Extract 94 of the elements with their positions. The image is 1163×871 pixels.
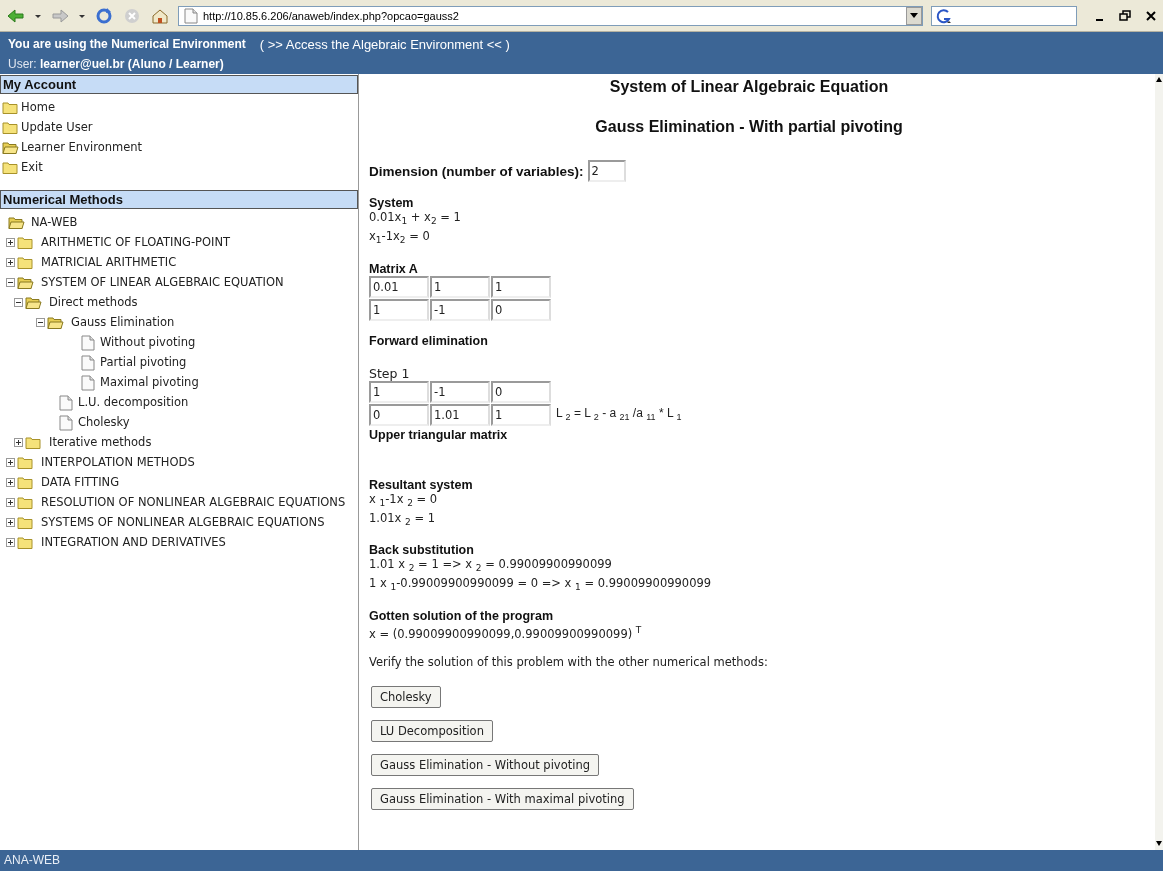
tree-item[interactable]: Cholesky: [36, 412, 358, 432]
tree-item[interactable]: MATRICIAL ARITHMETIC: [6, 252, 348, 272]
matrix-cell-field[interactable]: 1: [491, 275, 551, 298]
tree-item[interactable]: Without pivoting: [58, 332, 358, 352]
tree-item[interactable]: SYSTEM OF LINEAR ALGEBRAIC EQUATION: [6, 272, 348, 292]
matrix-cell-field[interactable]: 1: [369, 380, 429, 403]
page-icon: [58, 415, 74, 431]
section-heading: Resultant system: [369, 477, 474, 492]
tree-item[interactable]: Direct methods: [14, 292, 358, 312]
collapse-icon[interactable]: [36, 318, 45, 327]
search-field[interactable]: [930, 5, 1077, 26]
expand-icon[interactable]: [6, 458, 15, 467]
open-folder-icon: [8, 214, 25, 230]
matrix-cell-field[interactable]: 0: [369, 403, 429, 426]
page-icon: [58, 395, 74, 411]
search-engine-icon: [934, 7, 953, 24]
tree-item[interactable]: RESOLUTION OF NONLINEAR ALGEBRAIC EQUATIONS: [6, 492, 348, 512]
tree-item[interactable]: Gauss Elimination: [36, 312, 358, 332]
section-heading: Upper triangular matrix: [369, 427, 509, 442]
tree-item[interactable]: NA-WEB: [8, 212, 358, 232]
section-heading: Matrix A: [369, 261, 419, 276]
section-heading: Gotten solution of the program: [369, 608, 554, 623]
section-heading: My Account: [0, 75, 358, 94]
expand-icon[interactable]: [14, 438, 23, 447]
environment-label: You are using the Numerical Environment: [8, 37, 246, 51]
tree-item[interactable]: DATA FITTING: [6, 472, 348, 492]
expand-icon[interactable]: [6, 518, 15, 527]
account-menu-item[interactable]: Update User: [2, 117, 356, 137]
row-operation-formula: L $_{2}$ = L $_{2}$ - a $_{21}$ /a $_{11}$ * L $_{1}$: [556, 406, 682, 423]
section-heading: Back substitution: [369, 543, 475, 558]
back-arrow-icon[interactable]: [6, 6, 26, 25]
open-folder-icon: [17, 275, 37, 291]
expand-icon[interactable]: [6, 498, 15, 507]
matrix-cell-field[interactable]: 1: [430, 275, 490, 298]
tree-item[interactable]: SYSTEMS OF NONLINEAR ALGEBRAIC EQUATIONS: [6, 512, 348, 532]
account-menu-item[interactable]: Exit: [2, 157, 356, 177]
equation-line: x$_{1}$-1x$_{2}$ = 0: [369, 229, 431, 248]
method-button[interactable]: Gauss Elimination - Without pivoting: [371, 753, 599, 776]
tree-item[interactable]: Partial pivoting: [58, 352, 358, 372]
page-icon: [80, 335, 96, 351]
refresh-icon[interactable]: [94, 6, 114, 25]
close-icon[interactable]: [1145, 8, 1157, 23]
tree-item[interactable]: INTEGRATION AND DERIVATIVES: [6, 532, 348, 552]
instruction-text: Verify the solution of this problem with the other numerical methods:: [369, 654, 769, 670]
matrix-cell-field[interactable]: 0: [491, 298, 551, 321]
method-button[interactable]: LU Decomposition: [371, 719, 493, 742]
restore-icon[interactable]: [1119, 8, 1131, 23]
open-folder-icon: [25, 295, 45, 311]
matrix-cell-field[interactable]: -1: [430, 380, 490, 403]
equation-line: 1.01x $_{2}$ = 1: [369, 510, 437, 530]
tree-item[interactable]: Maximal pivoting: [58, 372, 358, 392]
dropdown-button[interactable]: [905, 6, 922, 25]
expand-icon[interactable]: [6, 258, 15, 267]
page-title: System of Linear Algebraic Equation: [608, 78, 890, 96]
matrix-cell-field[interactable]: -1: [430, 298, 490, 321]
method-button[interactable]: Cholesky: [371, 685, 441, 708]
account-menu-item[interactable]: Learner Environment: [2, 137, 356, 157]
account-menu-item[interactable]: Home: [2, 97, 356, 117]
matrix-cell-field[interactable]: 0.01: [369, 275, 429, 298]
equation-line: x $_{1}$-1x $_{2}$ = 0: [369, 491, 438, 510]
equation-line: 0.01x$_{1}$ + x$_{2}$ = 1: [369, 210, 462, 229]
equation-line: x = (0.99009900990099,0.99009900990099) $^{T}$: [369, 623, 643, 642]
equation-line: 1.01 x $_{2}$ = 1 => x $_{2}$ = 0.99009900990099: [369, 557, 613, 576]
address-field[interactable]: http://10.85.6.206/anaweb/index.php?opcao=gauss2: [178, 5, 923, 26]
step-label: Step 1: [369, 365, 411, 381]
collapse-icon[interactable]: [6, 278, 15, 287]
collapse-icon[interactable]: [14, 298, 23, 307]
section-heading: System: [369, 196, 415, 210]
algebraic-environment-link[interactable]: ( >> Access the Algebraic Environment << ): [259, 36, 510, 52]
caret-icon: [909, 12, 918, 19]
open-folder-icon: [47, 315, 67, 331]
section-heading: Numerical Methods: [0, 190, 358, 209]
page-icon: [80, 375, 96, 391]
dimension-field[interactable]: 2: [587, 160, 626, 182]
status-text: ANA-WEB: [4, 853, 60, 867]
page-subtitle: Gauss Elimination - With partial pivoting: [594, 118, 904, 136]
page-icon: [80, 355, 96, 371]
equation-line: 1 x $_{1}$-0.99009900990099 = 0 => x $_{1}$ = 0.99009900990099: [369, 576, 713, 595]
matrix-cell-field[interactable]: 1: [369, 298, 429, 321]
tree-item[interactable]: ARITHMETIC OF FLOATING-POINT: [6, 232, 348, 252]
tree-item[interactable]: Iterative methods: [14, 432, 358, 452]
matrix-cell-field[interactable]: 1.01: [430, 403, 490, 426]
tree-item[interactable]: INTERPOLATION METHODS: [6, 452, 348, 472]
user-info: User: learner@uel.br (Aluno / Learner): [8, 57, 224, 71]
method-button[interactable]: Gauss Elimination - With maximal pivoting: [371, 787, 634, 810]
matrix-cell-field[interactable]: 1: [491, 403, 551, 426]
tree-item[interactable]: L.U. decomposition: [36, 392, 358, 412]
page-icon: [183, 7, 199, 24]
dimension-label: Dimension (number of variables):: [369, 163, 584, 179]
section-heading: Forward elimination: [369, 333, 489, 348]
expand-icon[interactable]: [6, 478, 15, 487]
expand-icon[interactable]: [6, 238, 15, 247]
expand-icon[interactable]: [6, 538, 15, 547]
matrix-cell-field[interactable]: 0: [491, 380, 551, 403]
